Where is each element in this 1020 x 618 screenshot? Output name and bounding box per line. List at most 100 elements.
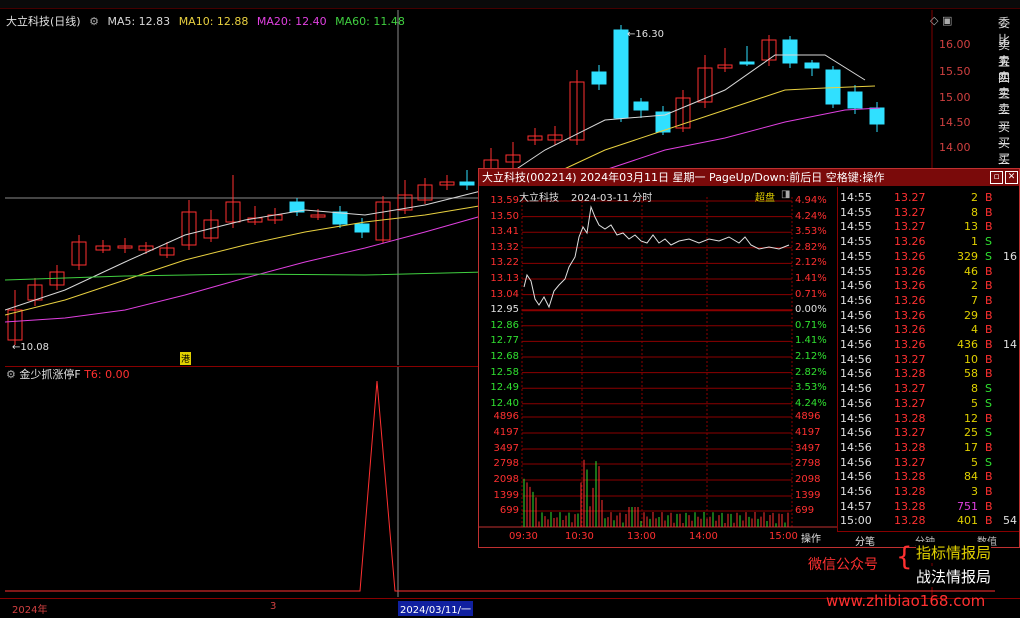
- pct-axis-label: 3.53%: [795, 226, 827, 238]
- tick-side: B: [985, 352, 993, 366]
- vol-axis-label: 2098: [493, 474, 519, 485]
- tick-side: B: [985, 367, 993, 381]
- watermark-line2: 战法情报局: [916, 566, 992, 587]
- tick-volume: 17: [964, 440, 978, 454]
- tick-row: 14:55 13.26 46 B: [838, 265, 1020, 279]
- close-icon[interactable]: ✕: [1005, 171, 1018, 184]
- tick-row: 14:57 13.28 751 B: [838, 500, 1020, 514]
- tick-price: 13.28: [894, 440, 926, 454]
- tick-row: 14:56 13.27 25 S: [838, 426, 1020, 440]
- candle-body: [354, 223, 370, 233]
- tick-side: B: [985, 323, 993, 337]
- tick-side: B: [985, 338, 993, 351]
- tick-price: 13.27: [894, 396, 926, 410]
- high-price-label: ←16.30: [627, 29, 665, 40]
- tick-volume: 29: [964, 308, 978, 322]
- tick-extra: 54: [1003, 514, 1017, 528]
- ma-legend: 大立科技(日线) ⚙ MA5: 12.83 MA10: 12.88 MA20: …: [6, 13, 410, 28]
- diamond-icon[interactable]: ◇ ▣: [930, 14, 952, 27]
- tick-row: 14:56 13.27 5 S: [838, 397, 1020, 411]
- tick-time: 14:56: [840, 293, 872, 307]
- chart-stock-name: 大立科技: [519, 193, 559, 204]
- chart-mode[interactable]: 超盘: [755, 189, 775, 204]
- price-axis-label: 12.49: [490, 382, 519, 394]
- tick-volume: 4: [971, 323, 978, 337]
- price-axis-label: 13.04: [490, 288, 519, 300]
- tick-price: 13.26: [894, 235, 926, 249]
- cursor-date: 2024/03/11/一: [398, 601, 474, 616]
- chart-date: 2024-03-11 分时: [571, 193, 653, 204]
- price-axis-label: 12.40: [490, 397, 519, 409]
- tick-time: 14:56: [840, 279, 872, 293]
- watermark-brace: {: [896, 542, 913, 572]
- tick-side: S: [985, 249, 992, 263]
- time-axis-label: 13:00: [627, 531, 656, 542]
- tick-time: 14:57: [840, 499, 872, 513]
- tick-list[interactable]: 14:55 13.27 2 B 14:55 13.27 8 B 14:55 13.27 13 B 14:…: [837, 187, 1020, 532]
- minute-chart-area[interactable]: 大立科技 2024-03-11 分时 超盘 ◨ 13.59 13.50 13.41 1…: [479, 187, 837, 547]
- tick-price: 13.26: [894, 249, 926, 263]
- price-axis-label: 14.50: [939, 116, 971, 129]
- price-axis-label: 12.77: [490, 335, 519, 347]
- tick-volume: 401: [957, 514, 978, 528]
- tick-side: B: [985, 485, 993, 498]
- tick-price: 13.28: [894, 411, 926, 425]
- tick-row: 14:56 13.26 4 B: [838, 323, 1020, 337]
- tick-time: 14:55: [840, 191, 872, 204]
- year-label: 2024年: [12, 605, 48, 616]
- tick-row: 14:55 13.27 2 B: [838, 191, 1020, 205]
- pct-axis-label: 2.82%: [795, 366, 827, 378]
- time-axis-label: 09:30: [509, 531, 538, 542]
- tick-price: 13.26: [894, 338, 926, 351]
- price-axis-label: 12.86: [490, 319, 519, 331]
- popup-title-bar[interactable]: 大立科技(002214) 2024年03月11日 星期一 PageUp/Down…: [479, 169, 1019, 186]
- ma60-label: MA60: 11.48: [335, 15, 405, 28]
- minute-popup[interactable]: 大立科技(002214) 2024年03月11日 星期一 PageUp/Down…: [478, 168, 1020, 548]
- top-toolbar[interactable]: [0, 0, 1020, 9]
- tick-time: 14:55: [840, 220, 872, 234]
- indicator-settings-icon[interactable]: ⚙: [6, 368, 16, 381]
- price-axis-label: 13.41: [490, 226, 519, 238]
- tick-volume: 12: [964, 411, 978, 425]
- pct-axis-label: 0.00%: [795, 304, 827, 316]
- pct-axis-label: 2.12%: [795, 351, 827, 362]
- tick-time: 14:56: [840, 485, 872, 498]
- minute-chart: [479, 197, 837, 528]
- tick-side: B: [985, 470, 993, 484]
- price-axis-label: 12.95: [490, 304, 519, 316]
- vol-axis-label: 2798: [493, 458, 519, 469]
- candle-body: [869, 107, 885, 125]
- price-axis-label: 12.58: [490, 366, 519, 378]
- pct-axis-label: 1.41%: [795, 335, 827, 347]
- tick-volume: 2: [971, 191, 978, 204]
- watermark-wechat: 微信公众号: [808, 557, 878, 573]
- candle-body: [782, 39, 798, 64]
- vol-axis-label: 1399: [493, 490, 519, 501]
- settings-icon[interactable]: ⚙: [89, 15, 99, 28]
- watermark-site: www.zhibiao168.com: [826, 592, 986, 610]
- tick-price: 13.27: [894, 352, 926, 366]
- tick-volume: 436: [957, 338, 978, 351]
- chart-toggle-icon[interactable]: ◨: [781, 189, 790, 200]
- tick-time: 14:56: [840, 323, 872, 337]
- tick-price: 13.28: [894, 499, 926, 513]
- restore-icon[interactable]: ▫: [990, 171, 1003, 184]
- pct-axis-label: 2.12%: [795, 257, 827, 269]
- tick-side: B: [985, 279, 993, 293]
- tick-price: 13.27: [894, 205, 926, 219]
- tick-row: 15:00 13.28 401 B 54: [838, 514, 1020, 528]
- candle-body: [847, 91, 863, 109]
- tick-row: 14:55 13.27 13 B: [838, 220, 1020, 234]
- price-axis-label: 13.50: [490, 210, 519, 222]
- tick-volume: 1: [971, 235, 978, 249]
- pct-axis-label: 4.24%: [795, 210, 827, 222]
- tick-row: 14:56 13.28 17 B: [838, 441, 1020, 455]
- tick-row: 14:56 13.27 5 S: [838, 456, 1020, 470]
- tick-price: 13.27: [894, 191, 926, 204]
- tick-time: 14:56: [840, 382, 872, 396]
- vol-axis-label: 1399: [795, 490, 821, 501]
- vol-axis-label: 4197: [493, 427, 519, 438]
- vol-axis-label: 2798: [795, 458, 821, 469]
- price-axis-label: 15.50: [939, 65, 971, 78]
- tick-row: 14:56 13.28 58 B: [838, 367, 1020, 381]
